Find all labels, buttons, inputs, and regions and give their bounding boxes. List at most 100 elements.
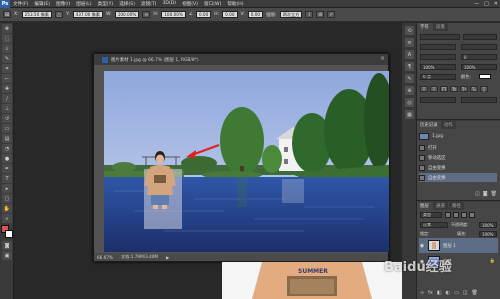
fill-field[interactable]: 100% — [479, 231, 497, 237]
vertical-scale-field[interactable]: 100% — [420, 64, 456, 70]
leading-field[interactable] — [461, 44, 497, 50]
history-item[interactable]: 打开 — [419, 143, 497, 152]
superscript-icon[interactable]: T¹ — [460, 86, 468, 92]
menu-help[interactable]: 帮助(H) — [224, 1, 246, 7]
document-tab[interactable]: 图片素材 1.jpg @ 66.7% (图层 1, RGB/8*) × — [94, 54, 388, 65]
horizontal-scale-field[interactable]: 100% — [461, 64, 497, 70]
history-panel-icon[interactable]: ⟲ — [405, 26, 414, 35]
transform-reference-icon[interactable]: ⊞ — [3, 11, 11, 18]
gradient-tool-icon[interactable]: ▤ — [2, 134, 12, 143]
menu-select[interactable]: 选择(S) — [116, 1, 138, 7]
history-item-selected[interactable]: 自由变换 — [419, 173, 497, 182]
angle-field[interactable]: 0.00 — [195, 11, 212, 18]
font-size-field[interactable] — [420, 44, 456, 50]
menu-filter[interactable]: 滤镜(T) — [138, 1, 160, 7]
color-swatches[interactable] — [1, 225, 13, 239]
maximize-icon[interactable]: □ — [484, 1, 489, 7]
quick-mask-icon[interactable]: ◙ — [2, 241, 12, 250]
faux-bold-icon[interactable]: T — [420, 86, 428, 92]
zoom-tool-icon[interactable]: ⌕ — [2, 214, 12, 223]
blend-mode-select[interactable]: 正常 — [420, 222, 448, 228]
marquee-tool-icon[interactable]: ⬚ — [2, 34, 12, 43]
menu-edit[interactable]: 编辑(E) — [31, 1, 53, 7]
brush-tool-icon[interactable]: ∕ — [2, 94, 12, 103]
layer-kind-filter[interactable]: 类型 — [420, 212, 442, 218]
history-snapshot[interactable]: 1.jpg — [419, 132, 497, 141]
tab-actions[interactable]: 动作 — [441, 121, 456, 129]
all-caps-icon[interactable]: TT — [440, 86, 448, 92]
eraser-tool-icon[interactable]: ▭ — [2, 124, 12, 133]
blur-tool-icon[interactable]: ◔ — [2, 144, 12, 153]
stamp-tool-icon[interactable]: ⊥ — [2, 104, 12, 113]
cancel-transform-icon[interactable]: ⊘ — [316, 11, 325, 18]
adjustment-layer-icon[interactable]: ◐ — [446, 290, 450, 296]
w-field[interactable]: 100.00% — [114, 11, 140, 18]
h-field[interactable]: 100.00% — [161, 11, 186, 18]
mask-icon[interactable]: ◧ — [437, 290, 442, 296]
menu-view[interactable]: 视图(V) — [179, 1, 201, 7]
interpolation-select[interactable]: 两次立方 — [279, 11, 303, 18]
tab-layers[interactable]: 图层 — [417, 202, 432, 210]
camera-icon[interactable]: ◙ — [483, 191, 488, 197]
quick-select-tool-icon[interactable]: ✎ — [2, 54, 12, 63]
dodge-tool-icon[interactable]: ● — [2, 154, 12, 163]
brush-panel-icon[interactable]: ✎ — [405, 74, 414, 83]
vskew-field[interactable]: 0.00 — [247, 11, 264, 18]
tab-channels[interactable]: 通道 — [433, 202, 448, 210]
menu-3d[interactable]: 3D(D) — [159, 1, 179, 6]
layer-style-icon[interactable]: fx — [428, 290, 433, 296]
crop-tool-icon[interactable]: ⌗ — [2, 64, 12, 73]
history-item[interactable]: 移动选区 — [419, 153, 497, 162]
link-layers-icon[interactable]: ∞ — [420, 290, 424, 296]
document-close-icon[interactable]: × — [380, 55, 385, 62]
anti-alias-select[interactable] — [461, 97, 497, 103]
pen-tool-icon[interactable]: ✒ — [2, 164, 12, 173]
font-family-select[interactable] — [420, 34, 460, 40]
close-icon[interactable]: ✕ — [494, 1, 498, 7]
language-select[interactable] — [420, 97, 456, 103]
menu-layer[interactable]: 图层(L) — [73, 1, 94, 7]
type-filter-icon[interactable] — [461, 212, 467, 218]
adjustment-filter-icon[interactable] — [453, 212, 459, 218]
status-arrow-icon[interactable]: ▶ — [166, 255, 169, 260]
underline-icon[interactable]: T̲ — [480, 86, 488, 92]
navigator-icon[interactable]: ◎ — [405, 98, 414, 107]
eye-icon[interactable]: ◉ — [419, 243, 425, 249]
tab-paragraph[interactable]: 段落 — [433, 23, 448, 31]
font-style-select[interactable] — [463, 34, 497, 40]
minimize-icon[interactable]: — — [474, 1, 479, 7]
new-snapshot-icon[interactable]: ◫ — [475, 191, 480, 197]
menu-file[interactable]: 文件(F) — [10, 1, 31, 7]
tracking-field[interactable]: 0 — [461, 54, 497, 60]
character-panel-icon[interactable]: A — [405, 50, 414, 59]
subscript-icon[interactable]: T₁ — [470, 86, 478, 92]
tab-history[interactable]: 历史记录 — [417, 121, 441, 129]
delete-layer-icon[interactable]: 🗑 — [471, 290, 477, 296]
layer-name[interactable]: 图层 1 — [443, 243, 456, 249]
text-color-swatch[interactable] — [479, 74, 491, 79]
small-caps-icon[interactable]: Tt — [450, 86, 458, 92]
history-item[interactable]: 自由变换 — [419, 163, 497, 172]
clone-source-icon[interactable]: ⊕ — [405, 86, 414, 95]
shape-tool-icon[interactable]: ▢ — [2, 194, 12, 203]
move-tool-icon[interactable]: ✥ — [2, 24, 12, 33]
screen-mode-icon[interactable]: ▣ — [2, 251, 12, 260]
link-icon[interactable]: ∞ — [142, 11, 151, 18]
hand-tool-icon[interactable]: ✋ — [2, 204, 12, 213]
path-select-tool-icon[interactable]: ▸ — [2, 184, 12, 193]
healing-tool-icon[interactable]: ✚ — [2, 84, 12, 93]
menu-image[interactable]: 图像(I) — [53, 1, 73, 7]
tab-paths[interactable]: 路径 — [449, 202, 464, 210]
photo-canvas[interactable] — [104, 71, 389, 252]
baseline-shift-field[interactable]: 0 点 — [420, 74, 456, 80]
trash-icon[interactable]: 🗑 — [491, 191, 497, 197]
type-tool-icon[interactable]: T — [2, 174, 12, 183]
commit-transform-icon[interactable]: ✓ — [327, 11, 336, 18]
y-field[interactable]: 437.00 像素 — [72, 11, 103, 18]
shape-filter-icon[interactable] — [469, 212, 475, 218]
group-icon[interactable]: ▭ — [454, 290, 459, 296]
warp-icon[interactable]: ⌇ — [305, 11, 314, 18]
lasso-tool-icon[interactable]: ↆ — [2, 44, 12, 53]
history-brush-icon[interactable]: ↺ — [2, 114, 12, 123]
document-window[interactable]: 图片素材 1.jpg @ 66.7% (图层 1, RGB/8*) × 66.6… — [93, 53, 389, 262]
